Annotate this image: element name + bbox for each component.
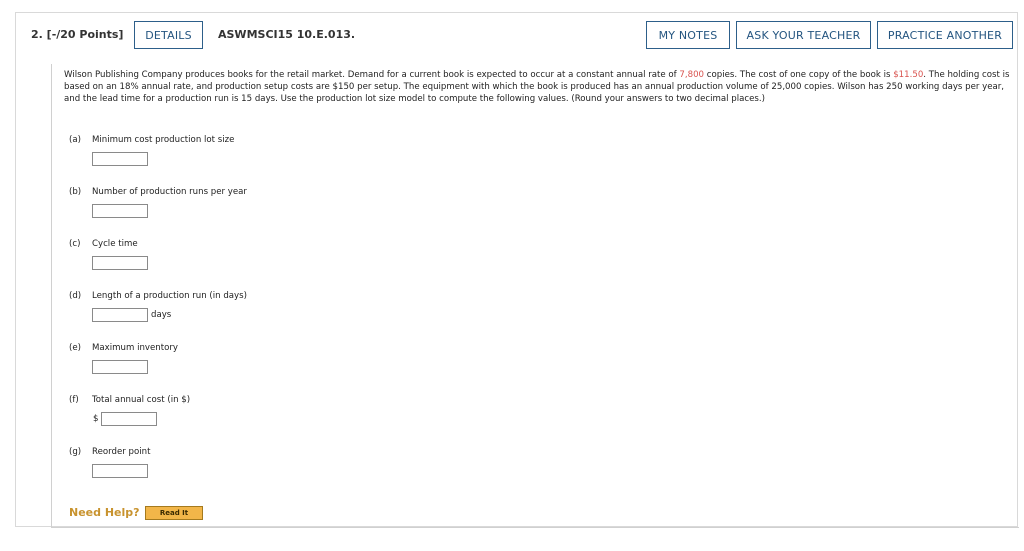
ask-your-teacher-button[interactable]: ASK YOUR TEACHER — [736, 21, 871, 49]
problem-text-2: copies. The cost of one copy of the book… — [704, 70, 894, 80]
part-text: Minimum cost production lot size — [92, 135, 235, 145]
part-letter: (e) — [69, 343, 81, 353]
part-text: Cycle time — [92, 239, 138, 249]
practice-another-button[interactable]: PRACTICE ANOTHER — [877, 21, 1013, 49]
days-unit-label: days — [151, 310, 172, 320]
part-text: Maximum inventory — [92, 343, 178, 353]
problem-statement: Wilson Publishing Company produces books… — [64, 69, 1012, 105]
part-text: Reorder point — [92, 447, 151, 457]
part-e-label: (e) Maximum inventory — [69, 343, 178, 353]
question-content: Wilson Publishing Company produces books… — [51, 64, 1019, 528]
problem-text-1: Wilson Publishing Company produces books… — [64, 70, 680, 80]
part-g-label: (g) Reorder point — [69, 447, 150, 457]
question-panel: 2. [-/20 Points] DETAILS ASWMSCI15 10.E.… — [15, 12, 1019, 528]
part-d-label: (d) Length of a production run (in days) — [69, 291, 247, 301]
part-letter: (g) — [69, 447, 82, 457]
problem-code: ASWMSCI15 10.E.013. — [218, 28, 356, 41]
my-notes-button[interactable]: MY NOTES — [646, 21, 730, 49]
part-letter: (b) — [69, 187, 82, 197]
part-text: Total annual cost (in $) — [92, 395, 191, 405]
question-header: 2. [-/20 Points] DETAILS ASWMSCI15 10.E.… — [16, 13, 1017, 57]
part-letter: (c) — [69, 239, 81, 249]
read-it-button[interactable]: Read It — [145, 506, 203, 520]
max-inventory-input[interactable] — [92, 360, 148, 374]
part-letter: (d) — [69, 291, 82, 301]
lot-size-input[interactable] — [92, 152, 148, 166]
dollar-prefix: $ — [93, 414, 99, 424]
reorder-point-input[interactable] — [92, 464, 148, 478]
total-annual-cost-input[interactable] — [101, 412, 157, 426]
part-letter: (a) — [69, 135, 81, 145]
demand-value: 7,800 — [679, 70, 705, 80]
part-c-label: (c) Cycle time — [69, 239, 138, 249]
part-text: Length of a production run (in days) — [92, 291, 247, 301]
part-f-label: (f) Total annual cost (in $) — [69, 395, 190, 405]
part-letter: (f) — [69, 395, 79, 405]
question-number: 2. [-/20 Points] — [31, 28, 124, 41]
cost-value: $11.50 — [893, 70, 924, 80]
production-runs-input[interactable] — [92, 204, 148, 218]
part-b-label: (b) Number of production runs per year — [69, 187, 247, 197]
production-run-length-input[interactable] — [92, 308, 148, 322]
cycle-time-input[interactable] — [92, 256, 148, 270]
part-a-label: (a) Minimum cost production lot size — [69, 135, 234, 145]
part-text: Number of production runs per year — [92, 187, 247, 197]
need-help-label: Need Help? — [69, 506, 140, 519]
details-button[interactable]: DETAILS — [134, 21, 203, 49]
